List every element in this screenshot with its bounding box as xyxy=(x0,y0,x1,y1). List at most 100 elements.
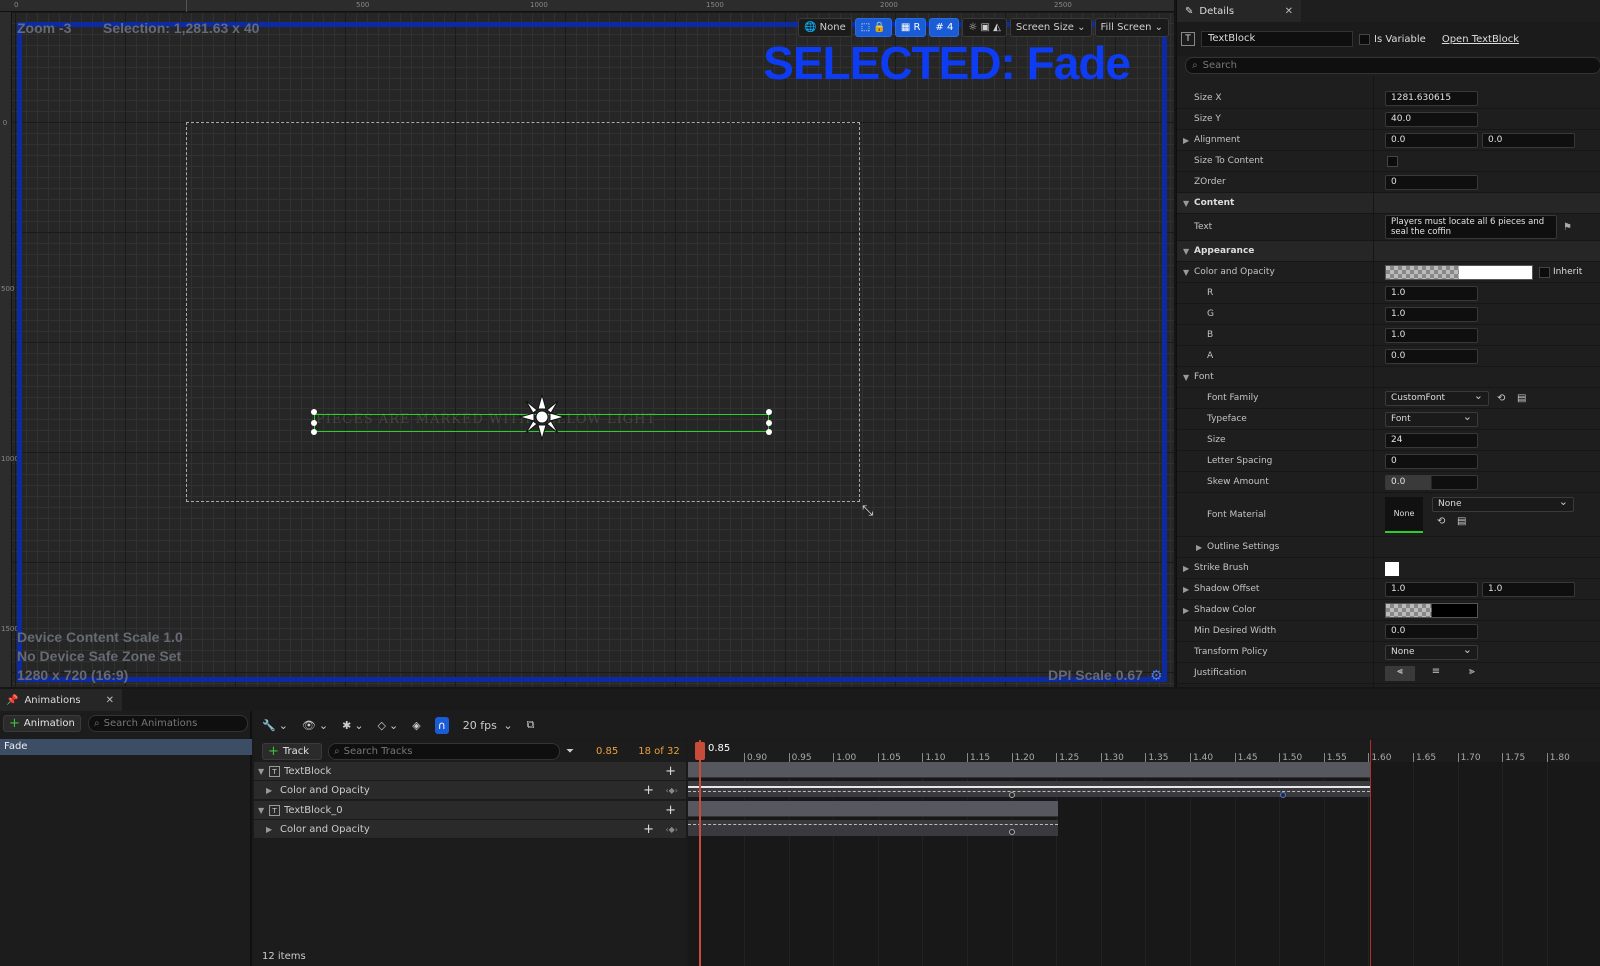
r-field[interactable]: 1.0 xyxy=(1385,285,1478,301)
collapse-arrow-icon[interactable]: ▼ xyxy=(258,806,264,815)
add-animation-button[interactable]: + Animation xyxy=(3,715,81,732)
animation-list-item[interactable]: Fade xyxy=(0,739,252,755)
widget-name-field[interactable]: TextBlock xyxy=(1201,31,1353,47)
font-material-dropdown[interactable]: None xyxy=(1432,495,1574,512)
expand-arrow-icon[interactable]: ▶ xyxy=(1183,606,1189,615)
font-size-field[interactable]: 24 xyxy=(1385,432,1478,448)
section-bar[interactable] xyxy=(688,801,1058,817)
close-icon[interactable]: ✕ xyxy=(106,695,114,706)
browse-icon[interactable]: ▤ xyxy=(1517,393,1526,404)
alignment-y-field[interactable]: 0.0 xyxy=(1482,132,1575,148)
key-nav-icon[interactable]: ‹◆› xyxy=(665,786,678,795)
curve-editor-button[interactable]: ⧉ xyxy=(527,718,535,732)
color-swatch[interactable] xyxy=(1385,265,1533,280)
keyframe[interactable] xyxy=(1009,792,1015,798)
snap-toggle-button[interactable]: ∩ xyxy=(434,716,449,734)
track-row[interactable]: ▼ T TextBlock_0 + xyxy=(254,801,686,820)
track-row[interactable]: ▼ T TextBlock + xyxy=(254,762,686,781)
resize-handle[interactable] xyxy=(311,420,317,426)
align-right-icon[interactable]: ⫸ xyxy=(1457,666,1487,681)
current-time-field[interactable]: 0.85 xyxy=(596,746,618,757)
b-field[interactable]: 1.0 xyxy=(1385,327,1478,343)
animation-search-input[interactable]: ⌕ Search Animations xyxy=(88,715,248,732)
key-interp-menu[interactable]: ◇ ⌄ xyxy=(378,719,399,732)
transform-policy-dropdown[interactable]: None xyxy=(1385,643,1478,660)
category-appearance[interactable]: ▼ Appearance xyxy=(1177,241,1600,262)
section-bar[interactable] xyxy=(688,762,1370,778)
a-field[interactable]: 0.0 xyxy=(1385,348,1478,364)
use-selected-icon[interactable]: ⟲ xyxy=(1437,516,1445,527)
time-ruler[interactable]: 0.90 0.95 1.00 1.05 1.10 1.15 1.20 1.25 1.30 1.35… xyxy=(688,740,1600,763)
section-bar[interactable] xyxy=(688,820,1058,836)
skew-slider-field[interactable]: 0.0 xyxy=(1385,474,1478,490)
preview-options-button[interactable]: ☼ ▣ ◭ xyxy=(962,17,1007,37)
gear-icon[interactable]: ⚙ xyxy=(1150,668,1163,684)
category-content[interactable]: ▼ Content xyxy=(1177,193,1600,214)
fps-dropdown[interactable]: 20 fps ⌄ xyxy=(463,719,513,732)
add-key-icon[interactable]: + xyxy=(643,822,654,837)
sequencer-timeline[interactable]: 0.90 0.95 1.00 1.05 1.10 1.15 1.20 1.25 1.30 1.35… xyxy=(688,740,1600,966)
grid-snap-button[interactable]: # 4 xyxy=(929,17,960,37)
visibility-menu[interactable]: 👁 ⌄ xyxy=(302,719,328,732)
text-value-field[interactable]: Players must locate all 6 pieces and sea… xyxy=(1385,215,1557,239)
add-icon[interactable]: + xyxy=(665,803,676,818)
collapse-arrow-icon[interactable]: ▼ xyxy=(1183,199,1189,208)
track-search-input[interactable]: ⌕ Search Tracks xyxy=(328,742,560,760)
browse-icon[interactable]: ▤ xyxy=(1457,516,1466,527)
track-row[interactable]: ▶ Color and Opacity + ‹◆› xyxy=(254,781,686,800)
expand-arrow-icon[interactable]: ▶ xyxy=(266,786,272,795)
expand-arrow-icon[interactable]: ▶ xyxy=(1183,564,1189,573)
alignment-x-field[interactable]: 0.0 xyxy=(1385,132,1478,148)
checkbox[interactable] xyxy=(1359,33,1370,45)
keyframe-options-menu[interactable]: ✱ ⌄ xyxy=(342,719,363,732)
use-selected-icon[interactable]: ⟲ xyxy=(1497,393,1505,404)
min-width-field[interactable]: 0.0 xyxy=(1385,623,1478,639)
localization-preview-button[interactable]: 🌐 None xyxy=(798,17,852,37)
shadow-offset-y-field[interactable]: 1.0 xyxy=(1482,581,1575,597)
resize-handle[interactable] xyxy=(766,409,772,415)
size-y-field[interactable]: 40.0 xyxy=(1385,111,1478,127)
align-center-icon[interactable]: ≡ xyxy=(1421,666,1451,681)
animations-tab[interactable]: 📌 Animations ✕ xyxy=(0,689,122,711)
open-textblock-link[interactable]: Open TextBlock xyxy=(1442,34,1519,45)
expand-arrow-icon[interactable]: ▶ xyxy=(1196,543,1202,552)
align-left-icon[interactable]: ⫷ xyxy=(1385,666,1415,681)
shadow-offset-x-field[interactable]: 1.0 xyxy=(1385,581,1478,597)
expand-arrow-icon[interactable]: ▶ xyxy=(1183,585,1189,594)
add-key-icon[interactable]: + xyxy=(643,783,654,798)
shadow-color-swatch[interactable] xyxy=(1385,603,1478,618)
respect-locks-button[interactable]: ⬚ 🔒 xyxy=(854,17,892,37)
keyframe[interactable] xyxy=(1009,829,1015,835)
letter-spacing-field[interactable]: 0 xyxy=(1385,453,1478,469)
size-x-field[interactable]: 1281.630615 xyxy=(1385,90,1478,106)
key-nav-icon[interactable]: ‹◆› xyxy=(665,825,678,834)
resize-handle[interactable] xyxy=(766,429,772,435)
fill-screen-dropdown[interactable]: Fill Screen ⌄ xyxy=(1094,17,1170,37)
collapse-arrow-icon[interactable]: ▼ xyxy=(258,767,264,776)
font-family-dropdown[interactable]: CustomFont xyxy=(1385,389,1489,406)
resize-handle[interactable] xyxy=(311,429,317,435)
layout-toggle-button[interactable]: ▦ R xyxy=(894,17,927,37)
inherit-checkbox[interactable] xyxy=(1539,266,1550,278)
playhead[interactable] xyxy=(699,740,701,966)
expand-arrow-icon[interactable]: ▶ xyxy=(1183,136,1189,145)
details-tab[interactable]: ✎ Details ✕ xyxy=(1177,0,1301,22)
keyframe[interactable] xyxy=(1280,792,1286,798)
typeface-dropdown[interactable]: Font xyxy=(1385,410,1478,427)
details-column-splitter[interactable] xyxy=(1373,76,1374,687)
strike-brush-swatch[interactable] xyxy=(1385,562,1399,576)
canvas-resize-icon[interactable]: ⤡ xyxy=(862,503,873,519)
resize-handle[interactable] xyxy=(311,409,317,415)
add-track-button[interactable]: + Track xyxy=(262,742,322,760)
auto-key-button[interactable]: ◈ xyxy=(412,719,420,732)
expand-arrow-icon[interactable]: ▶ xyxy=(266,825,272,834)
filter-icon[interactable]: ⏷ xyxy=(566,746,574,757)
flag-icon[interactable]: ⚑ xyxy=(1563,222,1572,233)
resize-handle[interactable] xyxy=(766,420,772,426)
wrench-menu[interactable]: 🔧 ⌄ xyxy=(262,719,288,732)
anchor-flower-icon[interactable] xyxy=(518,393,566,441)
designer-viewport[interactable]: 0 500 1000 1500 2000 2500 0 500 1000 150… xyxy=(0,0,1174,687)
screen-size-dropdown[interactable]: Screen Size ⌄ xyxy=(1009,17,1092,37)
collapse-arrow-icon[interactable]: ▼ xyxy=(1183,268,1189,277)
playback-end-marker[interactable] xyxy=(1370,740,1371,966)
